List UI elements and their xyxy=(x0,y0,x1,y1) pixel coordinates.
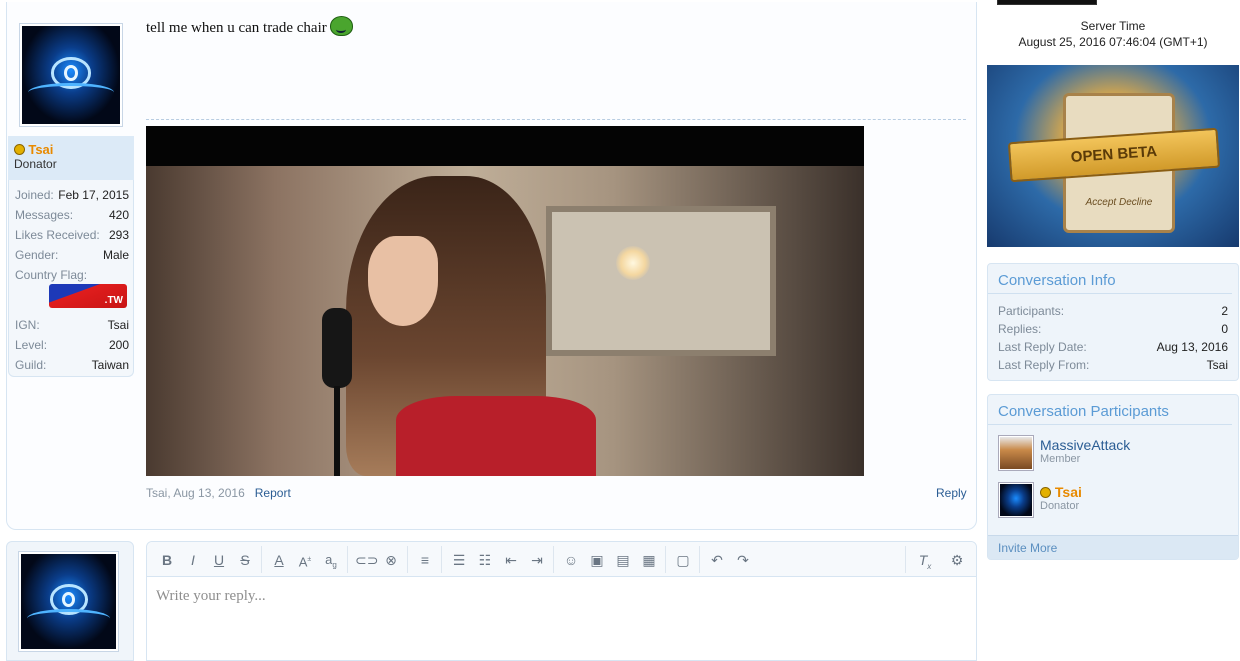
conversation-main: Tsai Donator Joined: Feb 17, 2015 Message… xyxy=(0,0,980,661)
quote-icon[interactable]: ▦ xyxy=(639,551,659,569)
bold-icon[interactable]: B xyxy=(157,551,177,569)
user-avatar[interactable] xyxy=(19,23,123,127)
underline-icon[interactable]: U xyxy=(209,551,229,569)
donator-coin-icon xyxy=(14,144,25,155)
post-author-date[interactable]: Tsai, Aug 13, 2016 xyxy=(146,486,245,500)
align-icon[interactable]: ≡ xyxy=(415,551,435,569)
taiwan-flag-icon: .TW xyxy=(49,284,127,308)
italic-icon[interactable]: I xyxy=(183,551,203,569)
participant-tsai[interactable]: Tsai Donator xyxy=(988,478,1238,525)
banner-ribbon: OPEN BETA xyxy=(1007,127,1221,183)
invite-more-link[interactable]: Invite More xyxy=(988,535,1238,559)
reply-input[interactable]: Write your reply... xyxy=(156,588,266,605)
participants-row: Participants: 2 xyxy=(998,304,1228,318)
donator-coin-icon xyxy=(1040,487,1051,498)
participant-name[interactable]: MassiveAttack xyxy=(1040,431,1238,453)
signature-divider xyxy=(146,119,966,120)
guild-row: Guild: Taiwan xyxy=(15,358,129,372)
ign-row: IGN: Tsai xyxy=(15,318,129,332)
reply-editor: B I U S A A± ag ⊂⊃ ⊗ ≡ ☰ ☷ ⇤ ⇥ ☺ ▣ ▤ ▦ ▢ xyxy=(146,541,977,661)
editor-toolbar: B I U S A A± ag ⊂⊃ ⊗ ≡ ☰ ☷ ⇤ ⇥ ☺ ▣ ▤ ▦ ▢ xyxy=(147,542,976,577)
messages-row: Messages: 420 xyxy=(15,208,129,222)
link-icon[interactable]: ⊂⊃ xyxy=(355,551,378,569)
replies-row: Replies: 0 xyxy=(998,322,1228,336)
massiveattack-avatar[interactable] xyxy=(998,435,1034,471)
user-info-panel: Joined: Feb 17, 2015 Messages: 420 Likes R… xyxy=(8,180,134,377)
embedded-video[interactable] xyxy=(146,126,864,476)
eye-avatar-image xyxy=(22,26,120,124)
user-title: Donator xyxy=(14,157,57,171)
numbered-list-icon[interactable]: ☷ xyxy=(475,551,495,569)
server-time-value: August 25, 2016 07:46:04 (GMT+1) xyxy=(1018,35,1208,49)
outdent-icon[interactable]: ⇤ xyxy=(501,551,521,569)
remove-formatting-icon[interactable]: Tx xyxy=(915,551,935,571)
conversation-participants-title: Conversation Participants xyxy=(988,395,1232,425)
strikethrough-icon[interactable]: S xyxy=(235,551,255,569)
username-link[interactable]: Tsai xyxy=(28,142,53,157)
tsai-avatar[interactable] xyxy=(998,482,1034,518)
joined-row: Joined: Feb 17, 2015 xyxy=(15,188,129,202)
redo-icon[interactable]: ↷ xyxy=(733,551,753,569)
gender-row: Gender: Male xyxy=(15,248,129,262)
participant-role: Member xyxy=(1040,453,1081,465)
unlink-icon[interactable]: ⊗ xyxy=(381,551,401,569)
server-time-label: Server Time xyxy=(1080,19,1146,33)
participant-role: Donator xyxy=(1040,500,1080,512)
banner-subtext: Accept Decline xyxy=(1085,197,1153,208)
last-reply-from-link[interactable]: Tsai xyxy=(1207,356,1228,374)
participant-massiveattack[interactable]: MassiveAttack Member xyxy=(988,431,1238,478)
sidebar: Server Time August 25, 2016 07:46:04 (GM… xyxy=(987,0,1240,649)
post-meta: Tsai, Aug 13, 2016 Report xyxy=(146,486,291,500)
participant-name[interactable]: Tsai xyxy=(1055,484,1082,500)
message-text: tell me when u can trade chair xyxy=(146,16,353,37)
eye-avatar-image xyxy=(21,554,116,649)
font-size-icon[interactable]: A± xyxy=(295,551,315,569)
open-beta-banner[interactable]: OPEN BETA Accept Decline xyxy=(987,65,1239,247)
conversation-info-title: Conversation Info xyxy=(988,264,1232,294)
sidebar-top-button[interactable] xyxy=(997,0,1097,5)
image-icon[interactable]: ▣ xyxy=(587,551,607,569)
reply-link[interactable]: Reply xyxy=(936,486,967,500)
font-family-icon[interactable]: ag xyxy=(321,551,341,570)
text-color-icon[interactable]: A xyxy=(269,551,289,569)
conversation-participants-box: Conversation Participants MassiveAttack … xyxy=(987,394,1239,560)
last-reply-date-row: Last Reply Date: Aug 13, 2016 xyxy=(998,340,1228,354)
last-reply-from-row: Last Reply From: Tsai xyxy=(998,356,1228,374)
report-link[interactable]: Report xyxy=(255,486,291,500)
user-name-block: Tsai Donator xyxy=(8,136,134,180)
country-flag-row: Country Flag: xyxy=(15,268,88,282)
undo-icon[interactable]: ↶ xyxy=(707,551,727,569)
reply-user-avatar[interactable] xyxy=(18,551,119,652)
likes-row: Likes Received: 293 xyxy=(15,228,129,242)
frog-smiley-icon xyxy=(329,16,353,36)
video-frame xyxy=(146,166,864,476)
level-row: Level: 200 xyxy=(15,338,129,352)
conversation-info-box: Conversation Info Participants: 2 Replies… xyxy=(987,263,1239,381)
smilies-icon[interactable]: ☺ xyxy=(561,551,581,569)
bullet-list-icon[interactable]: ☰ xyxy=(449,551,469,569)
toggle-bbcode-icon[interactable]: ⚙ xyxy=(947,551,967,569)
media-icon[interactable]: ▤ xyxy=(613,551,633,569)
indent-icon[interactable]: ⇥ xyxy=(527,551,547,569)
save-draft-icon[interactable]: ▢ xyxy=(673,551,693,569)
